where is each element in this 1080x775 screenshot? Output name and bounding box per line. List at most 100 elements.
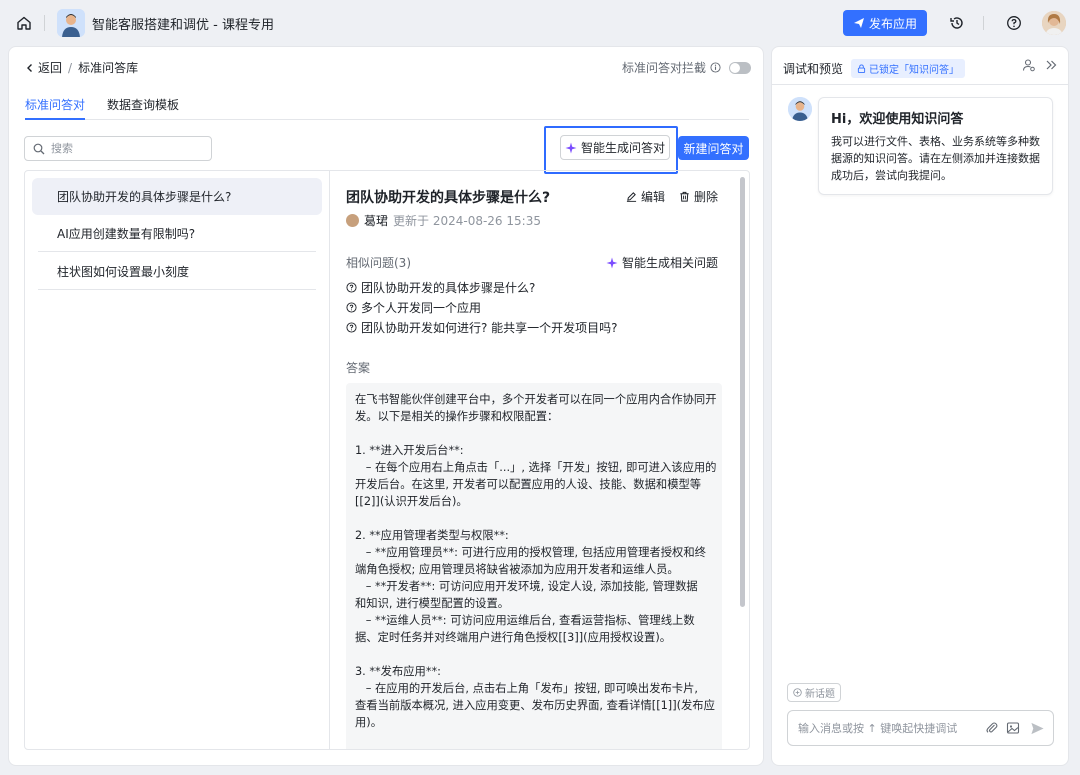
main-panel: 返回 / 标准问答库 标准问答对拦截 标准问答对 数据查询模板 智能生成问答对 … [8,46,764,766]
answer-line: 1. **进入开发后台**: [355,444,464,457]
info-icon[interactable] [710,62,721,73]
locked-tag: 已锁定「知识问答」 [851,59,966,78]
preview-header-actions [1022,58,1058,72]
author-row: 葛珺 更新于 2024-08-26 15:35 [346,212,541,229]
image-icon[interactable] [1006,721,1020,735]
answer-line [355,425,713,442]
list-item[interactable]: 柱状图如何设置最小刻度 [38,253,316,290]
top-bar: 智能客服搭建和调优 - 课程专用 发布应用 [0,0,1080,46]
publish-button[interactable]: 发布应用 [842,10,927,36]
delete-button[interactable]: 删除 [679,188,718,205]
answer-line: 发。以下是相关的操作步骤和权限配置： [355,410,559,423]
answer-line: 端角色授权; 应用管理员将缺省被添加为应用开发者和运维人员。 [355,563,679,576]
edit-label: 编辑 [640,190,665,204]
answer-line [355,646,713,663]
send-icon[interactable] [1030,721,1045,736]
answer-line: – 在应用的开发后台, 点击右上角「发布」按钮, 即可唤出发布卡片, [355,682,698,695]
tab-query-template[interactable]: 数据查询模板 [107,94,179,120]
chevron-left-icon [27,63,32,72]
similar-question: 团队协助开发如何进行? 能共享一个开发项目吗? [346,319,618,336]
chat-input[interactable] [798,721,978,735]
similar-question-text: 团队协助开发的具体步骤是什么? [361,281,536,295]
similar-label: 相似问题(3) [346,256,411,270]
sparkle-icon [565,142,577,153]
detail-actions: 编辑 删除 [626,188,718,205]
divider [983,16,984,30]
qa-list: 团队协助开发的具体步骤是什么? AI应用创建数量有限制吗? 柱状图如何设置最小刻… [25,171,330,749]
search-input[interactable] [51,142,201,155]
similar-gen-label: 智能生成相关问题 [621,256,718,270]
welcome-line: 据源的知识问答。请在左侧添加并连接数据 [831,152,1040,165]
help-icon[interactable] [1002,11,1026,35]
updated-time: 更新于 2024-08-26 15:35 [393,214,541,228]
answer-line: 据、定时任务并对终端用户进行角色授权[[3]](应用授权设置)。 [355,631,672,644]
welcome-message: Hi，欢迎使用知识问答 我可以进行文件、表格、业务系统等多种数 据源的知识问答。… [818,97,1053,195]
answer-line: 查看当前版本概况, 进入应用变更、发布历史界面, 查看详情[[1]](发布应 [355,699,715,712]
breadcrumb-separator: / [68,60,73,75]
preview-title: 调试和预览 [783,62,844,76]
answer-label: 答案 [346,361,371,375]
tab-bar: 标准问答对 数据查询模板 [25,94,749,120]
answer-line: 开发后台。在这里, 开发者可以配置应用的人设、技能、数据和模型等 [355,478,702,491]
divider [772,84,1068,85]
question-circle-icon [346,282,357,293]
history-icon[interactable] [945,11,969,35]
search-icon [33,143,45,154]
breadcrumb: 返回 / 标准问答库 [25,59,138,76]
similar-question-text: 多个人开发同一个应用 [361,301,482,315]
answer-line: – **运维人员**: 可访问应用运维后台, 查看运营指标、管理线上数 [355,614,695,627]
answer-line: [[2]](认识开发后台)。 [355,495,468,508]
answer-line: 和知识, 进行模型配置的设置。 [355,597,510,610]
answer-line [355,510,713,527]
sparkle-icon [606,257,618,268]
user-settings-icon[interactable] [1022,58,1036,72]
send-icon [853,18,864,28]
back-link[interactable]: 返回 [25,59,62,76]
author-name: 葛珺 [364,214,389,228]
question-circle-icon [346,302,357,313]
answer-line: 2. **应用管理者类型与权限**: [355,529,509,542]
welcome-title: Hi，欢迎使用知识问答 [831,112,964,127]
intercept-toggle[interactable] [729,61,751,74]
locked-tag-label: 已锁定「知识问答」 [869,65,960,76]
edit-button[interactable]: 编辑 [626,188,665,205]
question-circle-icon [346,322,357,333]
delete-label: 删除 [693,190,718,204]
attach-icon[interactable] [985,721,999,735]
ai-generate-qa-button[interactable]: 智能生成问答对 [560,135,670,160]
similar-question: 多个人开发同一个应用 [346,299,481,316]
collapse-right-icon[interactable] [1044,58,1058,72]
divider [44,15,45,31]
welcome-line: 成功后，尝试向我提问。 [831,169,952,182]
list-item[interactable]: AI应用创建数量有限制吗? [38,215,316,252]
user-avatar[interactable] [1042,11,1066,35]
app-avatar [57,9,85,37]
home-icon[interactable] [12,11,36,35]
new-topic-button[interactable]: 新话题 [787,683,841,702]
preview-header: 调试和预览 已锁定「知识问答」 [783,59,966,78]
chat-input-box [787,710,1054,746]
app-title: 智能客服搭建和调优 - 课程专用 [92,17,274,33]
scrollbar-thumb[interactable] [740,177,745,607]
similar-question: 团队协助开发的具体步骤是什么? [346,279,535,296]
answer-body: 在飞书智能伙伴创建平台中，多个开发者可以在同一个应用内合作协同开 发。以下是相关… [346,383,722,749]
author-avatar [346,214,359,227]
new-qa-button[interactable]: 新建问答对 [678,136,749,160]
list-item[interactable]: 团队协助开发的具体步骤是什么? [32,178,322,215]
tab-standard-qa[interactable]: 标准问答对 [25,94,86,120]
trash-icon [680,191,689,202]
breadcrumb-current: 标准问答库 [78,61,139,75]
welcome-line: 我可以进行文件、表格、业务系统等多种数 [831,135,1040,148]
answer-line: 3. **发布应用**: [355,665,441,678]
bot-avatar [788,97,812,121]
preview-panel: 调试和预览 已锁定「知识问答」 Hi，欢迎使用知识问答 我可以进行文件、表格、业… [771,46,1069,766]
back-label: 返回 [38,61,63,75]
intercept-label: 标准问答对拦截 [621,61,706,75]
answer-line: – **开发者**: 可访问应用开发环境, 设定人设, 添加技能, 管理数据 [355,580,698,593]
answer-line: 在飞书智能伙伴创建平台中，多个开发者可以在同一个应用内合作协同开 [355,393,717,406]
ai-generate-similar-button[interactable]: 智能生成相关问题 [606,254,718,271]
lock-icon [857,64,866,73]
ai-generate-label: 智能生成问答对 [580,141,665,155]
answer-line: – 在每个应用右上角点击「...」, 选择「开发」按钮, 即可进入该应用的 [355,461,717,474]
qa-content-area: 团队协助开发的具体步骤是什么? AI应用创建数量有限制吗? 柱状图如何设置最小刻… [24,170,750,750]
